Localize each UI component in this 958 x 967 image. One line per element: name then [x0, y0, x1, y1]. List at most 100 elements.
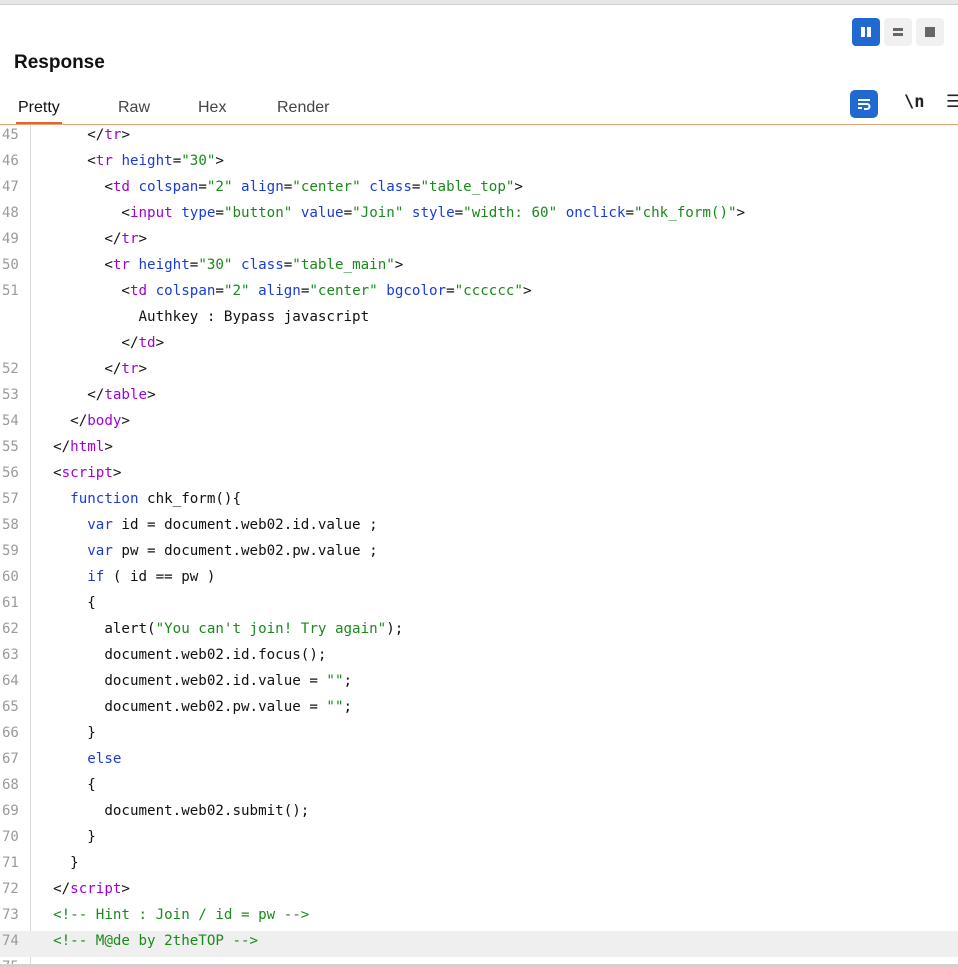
top-border [0, 0, 958, 5]
panel-title: Response [14, 52, 105, 73]
code-line: 53 </table> [0, 385, 958, 411]
hamburger-menu-icon[interactable]: ☰ [946, 92, 958, 112]
code-text: alert("You can't join! Try again"); [36, 621, 404, 637]
code-text: document.web02.id.focus(); [36, 647, 327, 663]
code-line: 67 else [0, 749, 958, 775]
code-line: 47 <td colspan="2" align="center" class=… [0, 177, 958, 203]
code-text: { [36, 595, 96, 611]
code-text: document.web02.submit(); [36, 803, 310, 819]
code-line: 56 <script> [0, 463, 958, 489]
code-text: </html> [36, 439, 113, 455]
code-line: 51 <td colspan="2" align="center" bgcolo… [0, 281, 958, 307]
line-number: 50 [2, 257, 19, 273]
code-text: <!-- Hint : Join / id = pw --> [36, 907, 310, 923]
line-number: 57 [2, 491, 19, 507]
line-number: 74 [2, 933, 19, 949]
code-line: 49 </tr> [0, 229, 958, 255]
line-number: 56 [2, 465, 19, 481]
code-line: 72 </script> [0, 879, 958, 905]
horizontal-view-icon[interactable] [884, 18, 912, 46]
code-line: 73 <!-- Hint : Join / id = pw --> [0, 905, 958, 931]
tab-pretty[interactable]: Pretty [16, 94, 62, 124]
code-text: </tr> [36, 231, 148, 247]
show-newlines-button[interactable]: \n [904, 92, 924, 112]
line-number: 45 [2, 127, 19, 143]
code-line: 63 document.web02.id.focus(); [0, 645, 958, 671]
line-number: 72 [2, 881, 19, 897]
code-text: Authkey : Bypass javascript [36, 309, 370, 325]
code-text: } [36, 829, 96, 845]
line-number: 59 [2, 543, 19, 559]
code-line: 74 <!-- M@de by 2theTOP --> [0, 931, 958, 957]
code-line: 45 </tr> [0, 125, 958, 151]
tab-raw[interactable]: Raw [116, 94, 152, 122]
code-text: document.web02.id.value = ""; [36, 673, 353, 689]
code-line: 65 document.web02.pw.value = ""; [0, 697, 958, 723]
line-number: 66 [2, 725, 19, 741]
tab-hex[interactable]: Hex [196, 94, 228, 122]
code-line: 50 <tr height="30" class="table_main"> [0, 255, 958, 281]
line-number: 73 [2, 907, 19, 923]
line-number: 60 [2, 569, 19, 585]
code-line: 68 { [0, 775, 958, 801]
line-number: 69 [2, 803, 19, 819]
line-number: 68 [2, 777, 19, 793]
line-number: 61 [2, 595, 19, 611]
code-line: 55 </html> [0, 437, 958, 463]
code-text: if ( id == pw ) [87, 569, 216, 585]
code-text: </tr> [36, 127, 130, 143]
code-text: } [36, 855, 79, 871]
code-line: 70 } [0, 827, 958, 853]
code-line: 57 function chk_form(){ [0, 489, 958, 515]
code-line: 48 <input type="button" value="Join" sty… [0, 203, 958, 229]
code-text: function chk_form(){ [70, 491, 242, 507]
code-text: <td colspan="2" align="center" class="ta… [36, 179, 523, 195]
line-number: 67 [2, 751, 19, 767]
line-number: 53 [2, 387, 19, 403]
code-line: 69 document.web02.submit(); [0, 801, 958, 827]
line-number: 70 [2, 829, 19, 845]
code-text: <tr height="30"> [36, 153, 224, 169]
view-toggle-group [852, 18, 944, 46]
code-text: var pw = document.web02.pw.value ; [87, 543, 378, 559]
code-text: document.web02.pw.value = ""; [36, 699, 353, 715]
code-line: 60 if ( id == pw ) [0, 567, 958, 593]
code-line: 52 </tr> [0, 359, 958, 385]
code-text: </script> [36, 881, 130, 897]
split-view-icon[interactable] [852, 18, 880, 46]
code-line: 61 { [0, 593, 958, 619]
line-number: 47 [2, 179, 19, 195]
code-text: <input type="button" value="Join" style=… [36, 205, 746, 221]
code-line: 62 alert("You can't join! Try again"); [0, 619, 958, 645]
code-line: 59 var pw = document.web02.pw.value ; [0, 541, 958, 567]
code-text: </body> [36, 413, 130, 429]
code-text: </tr> [36, 361, 148, 377]
code-line: </td> [0, 333, 958, 359]
code-line: Authkey : Bypass javascript [0, 307, 958, 333]
single-view-icon[interactable] [916, 18, 944, 46]
line-number: 64 [2, 673, 19, 689]
code-text: <td colspan="2" align="center" bgcolor="… [36, 283, 532, 299]
word-wrap-icon[interactable] [850, 90, 878, 118]
code-text: <tr height="30" class="table_main"> [36, 257, 404, 273]
code-text: } [36, 725, 96, 741]
line-number: 58 [2, 517, 19, 533]
line-number: 71 [2, 855, 19, 871]
code-line: 54 </body> [0, 411, 958, 437]
line-number: 65 [2, 699, 19, 715]
code-line: 58 var id = document.web02.id.value ; [0, 515, 958, 541]
code-text: </td> [36, 335, 165, 351]
code-text: { [36, 777, 96, 793]
code-text: <script> [36, 465, 122, 481]
line-number: 46 [2, 153, 19, 169]
code-line: 71 } [0, 853, 958, 879]
code-line: 46 <tr height="30"> [0, 151, 958, 177]
line-number: 51 [2, 283, 19, 299]
code-editor[interactable]: 45 </tr> 46 <tr height="30"> 47 <td colspa… [0, 125, 958, 965]
tab-bar: Pretty Raw Hex Render [0, 90, 958, 125]
tab-render[interactable]: Render [275, 94, 331, 122]
line-number: 55 [2, 439, 19, 455]
line-number: 63 [2, 647, 19, 663]
line-number: 48 [2, 205, 19, 221]
line-number: 54 [2, 413, 19, 429]
